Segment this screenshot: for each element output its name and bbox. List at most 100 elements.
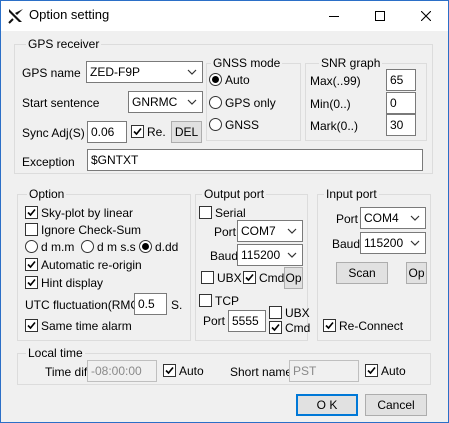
start-sentence-label: Start sentence [22, 96, 100, 110]
output-baud-select[interactable]: 115200 [237, 244, 303, 266]
gnss-gps-only-radio[interactable] [209, 96, 222, 109]
format-ddd-label: d.dd [155, 240, 179, 254]
sky-plot-checkbox[interactable] [25, 206, 38, 219]
maximize-button[interactable] [357, 1, 403, 31]
format-dmss-radio[interactable] [81, 240, 94, 253]
cancel-button[interactable]: Cancel [365, 394, 427, 416]
checkmark-icon [27, 321, 36, 330]
tcp-ubx-checkbox[interactable] [269, 306, 282, 319]
title-bar[interactable]: Option setting [1, 1, 448, 31]
time-diff-label: Time diff [45, 365, 91, 379]
sky-plot-label: Sky-plot by linear [41, 206, 134, 220]
del-button[interactable]: DEL [171, 121, 202, 143]
gnss-auto-label: Auto [225, 73, 250, 87]
gnss-gnss-radio[interactable] [209, 118, 222, 131]
exception-label: Exception [22, 155, 75, 169]
auto-reorigin-checkbox[interactable] [25, 258, 38, 271]
option-setting-window: Option setting GPS receiver GPS name ZED… [0, 0, 449, 423]
chevron-down-icon [287, 252, 297, 258]
short-name-input[interactable]: PST [289, 360, 359, 382]
checkmark-icon [325, 321, 334, 330]
time-diff-input[interactable]: -08:00:00 [87, 360, 157, 382]
serial-label: Serial [215, 206, 246, 220]
start-sentence-select[interactable]: GNRMC [128, 91, 203, 113]
hint-display-checkbox[interactable] [25, 276, 38, 289]
format-dmss-label: d m s.s [97, 240, 136, 254]
input-baud-select[interactable]: 115200 [360, 232, 426, 254]
short-name-auto-checkbox[interactable] [365, 364, 378, 377]
checkmark-icon [27, 278, 36, 287]
close-button[interactable] [403, 1, 448, 31]
local-time-title: Local time [26, 346, 85, 360]
minimize-button[interactable] [311, 1, 357, 31]
same-time-alarm-checkbox[interactable] [25, 319, 38, 332]
ignore-checksum-checkbox[interactable] [25, 223, 38, 236]
short-name-auto-label: Auto [381, 364, 406, 378]
same-time-alarm-label: Same time alarm [41, 319, 132, 333]
time-diff-auto-checkbox[interactable] [163, 364, 176, 377]
tcp-cmd-checkbox[interactable] [269, 321, 282, 334]
gps-name-select[interactable]: ZED-F9P [86, 61, 203, 83]
input-port-select[interactable]: COM4 [360, 207, 426, 229]
app-logo-icon [8, 8, 24, 24]
start-sentence-value: GNRMC [132, 95, 178, 109]
snr-min-label: Min(0..) [310, 97, 351, 111]
tcp-checkbox[interactable] [199, 294, 212, 307]
input-baud-label: Baud [332, 237, 361, 251]
checkmark-icon [27, 260, 36, 269]
re-label: Re. [147, 125, 166, 139]
utc-fluctuation-input[interactable]: 0.5 [134, 293, 167, 315]
re-checkbox[interactable] [131, 125, 144, 138]
checkmark-icon [245, 273, 254, 282]
checkmark-icon [133, 127, 142, 136]
window-title: Option setting [29, 7, 110, 22]
hint-display-label: Hint display [41, 276, 104, 290]
tcp-port-label: Port [203, 314, 226, 328]
sync-adj-input[interactable]: 0.06 [87, 121, 127, 143]
chevron-down-icon [410, 215, 420, 221]
output-baud-value: 115200 [241, 248, 281, 262]
output-op-button[interactable]: Op [284, 267, 303, 289]
gps-name-value: ZED-F9P [90, 65, 141, 79]
chevron-down-icon [187, 69, 197, 75]
reconnect-label: Re-Connect [339, 319, 404, 333]
gps-name-label: GPS name [22, 66, 81, 80]
gnss-auto-radio[interactable] [209, 73, 222, 86]
snr-mark-input[interactable]: 30 [386, 114, 416, 136]
input-baud-value: 115200 [364, 236, 404, 250]
chevron-down-icon [187, 99, 197, 105]
serial-cmd-label: Cmd [259, 271, 285, 285]
input-port-title: Input port [324, 187, 379, 201]
format-dmm-label: d m.m [41, 240, 75, 254]
serial-cmd-checkbox[interactable] [243, 271, 256, 284]
input-op-button[interactable]: Op [406, 262, 427, 284]
option-title: Option [27, 187, 67, 201]
chevron-down-icon [410, 240, 420, 246]
format-dmm-radio[interactable] [25, 240, 38, 253]
checkmark-icon [165, 366, 174, 375]
snr-max-label: Max(..99) [310, 74, 361, 88]
short-name-label: Short name [230, 365, 293, 379]
gnss-gnss-label: GNSS [225, 118, 260, 132]
reconnect-checkbox[interactable] [323, 319, 336, 332]
exception-input[interactable]: $GNTXT [87, 149, 423, 171]
ok-button[interactable]: O K [296, 394, 358, 416]
sync-adj-label: Sync Adj(S) [22, 126, 85, 140]
output-port-select[interactable]: COM7 [237, 220, 303, 242]
input-port-label: Port [336, 212, 359, 226]
tcp-port-input[interactable]: 5555 [228, 310, 266, 332]
serial-checkbox[interactable] [199, 206, 212, 219]
snr-max-input[interactable]: 65 [386, 69, 416, 91]
snr-min-input[interactable]: 0 [386, 92, 416, 114]
snr-graph-title: SNR graph [319, 56, 383, 70]
gps-receiver-title: GPS receiver [26, 37, 102, 51]
output-port-value: COM7 [241, 224, 276, 238]
scan-button[interactable]: Scan [336, 262, 388, 284]
output-port-title: Output port [202, 187, 267, 201]
checkmark-icon [271, 323, 280, 332]
snr-mark-label: Mark(0..) [310, 119, 358, 133]
format-ddd-radio[interactable] [139, 240, 152, 253]
serial-ubx-label: UBX [217, 271, 242, 285]
serial-ubx-checkbox[interactable] [201, 271, 214, 284]
checkmark-icon [367, 366, 376, 375]
